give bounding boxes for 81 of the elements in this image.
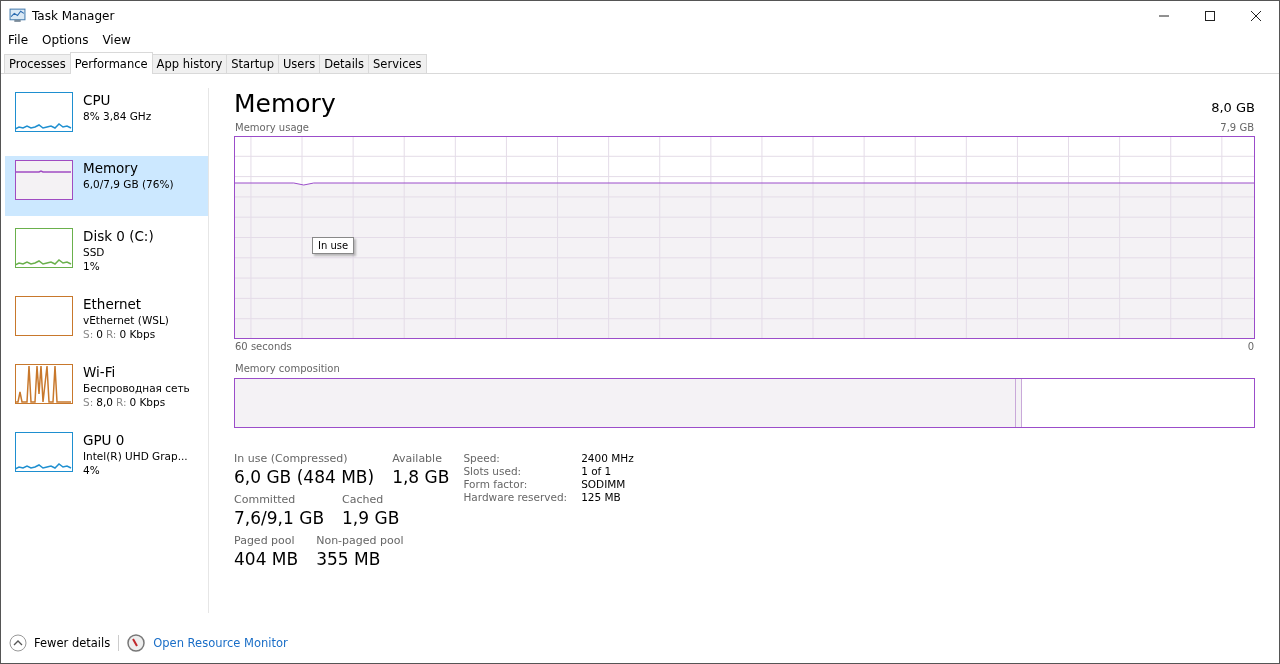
close-icon[interactable] xyxy=(1251,10,1261,21)
stat-value: 355 MB xyxy=(316,548,382,571)
page-title: Memory xyxy=(234,88,336,120)
fewer-details-button[interactable]: Fewer details xyxy=(9,634,111,652)
detail-value: 125 MB xyxy=(581,491,622,503)
chart-label: Memory composition xyxy=(235,363,341,375)
sidebar-item[interactable]: GPU 0 Intel(R) UHD Grap... 4% xyxy=(5,428,208,488)
device-name: Ethernet xyxy=(83,296,143,313)
device-name: Memory xyxy=(83,160,139,177)
menu-item[interactable]: View xyxy=(102,32,131,47)
usage-graph-icon xyxy=(15,432,73,472)
device-detail: 1% xyxy=(83,259,101,273)
device-detail: Беспроводная сеть xyxy=(83,381,190,395)
send-rate: 8,0 xyxy=(96,395,113,409)
menu-item[interactable]: File xyxy=(8,32,29,47)
device-detail: Intel(R) UHD Grap... xyxy=(83,449,188,463)
maximize-icon[interactable] xyxy=(1205,10,1215,21)
detail-value: SODIMM xyxy=(581,478,627,490)
total-memory: 8,0 GB xyxy=(1211,100,1255,115)
tab[interactable]: Startup xyxy=(226,54,279,73)
sidebar-item[interactable]: Ethernet vEthernet (WSL) S: 0 R: 0 Kbps xyxy=(5,292,208,352)
usage-graph-icon xyxy=(15,364,73,404)
modified-segment xyxy=(1015,379,1022,427)
device-name: Disk 0 (C:) xyxy=(83,228,154,245)
device-detail: 4% xyxy=(83,463,101,477)
device-detail: vEthernet (WSL) xyxy=(83,313,169,327)
usage-graph-icon xyxy=(15,228,73,268)
stat-value: 404 MB xyxy=(234,548,299,571)
sidebar-item[interactable]: Disk 0 (C:) SSD 1% xyxy=(5,224,208,284)
resource-monitor-link[interactable]: Open Resource Monitor xyxy=(153,636,288,650)
send-label: S: xyxy=(83,327,94,341)
tab[interactable]: Performance xyxy=(69,52,153,74)
sidebar-item[interactable]: Memory 6,0/7,9 GB (76%) xyxy=(5,156,208,216)
device-detail: 8% 3,84 GHz xyxy=(83,109,152,123)
tab[interactable]: Services xyxy=(368,54,427,73)
menu-item[interactable]: Options xyxy=(42,32,89,47)
detail-label: Slots used: xyxy=(463,465,523,477)
receive-rate: 0 Kbps xyxy=(119,327,156,341)
device-name: GPU 0 xyxy=(83,432,126,449)
detail-value: 1 of 1 xyxy=(581,465,613,477)
stat-label: In use (Compressed) xyxy=(234,452,349,465)
device-name: Wi-Fi xyxy=(83,364,117,381)
tooltip: In use xyxy=(312,237,355,254)
stat-value: 6,0 GB (484 MB) xyxy=(234,466,375,489)
chart-max: 7,9 GB xyxy=(1220,122,1254,134)
detail-label: Form factor: xyxy=(463,478,529,490)
device-detail: 6,0/7,9 GB (76%) xyxy=(83,177,174,191)
device-name: CPU xyxy=(83,92,112,109)
axis-end-label: 0 xyxy=(1247,341,1254,353)
sidebar-item[interactable]: Wi-Fi Беспроводная сеть S: 8,0 R: 0 Kbps xyxy=(5,360,208,420)
chevron-up-icon xyxy=(9,634,27,652)
stat-label: Cached xyxy=(342,493,385,506)
device-detail: SSD xyxy=(83,245,106,259)
gauge-icon xyxy=(127,634,146,652)
detail-label: Hardware reserved: xyxy=(463,491,568,503)
usage-graph-icon xyxy=(15,296,73,336)
axis-start-label: 60 seconds xyxy=(235,341,292,353)
window-title: Task Manager xyxy=(32,8,115,23)
tab[interactable]: Processes xyxy=(4,54,71,73)
stat-value: 1,8 GB xyxy=(392,466,450,489)
send-label: S: xyxy=(83,395,94,409)
usage-graph-icon xyxy=(15,160,73,200)
detail-label: Speed: xyxy=(463,452,501,464)
tab[interactable]: Users xyxy=(277,54,321,73)
stat-label: Available xyxy=(392,452,443,465)
tab[interactable]: App history xyxy=(151,54,228,73)
sidebar-item[interactable]: CPU 8% 3,84 GHz xyxy=(5,88,208,148)
stat-value: 7,6/9,1 GB xyxy=(234,507,325,530)
tab[interactable]: Details xyxy=(319,54,370,73)
chart-label: Memory usage xyxy=(235,122,310,134)
stat-label: Non-paged pool xyxy=(316,534,404,547)
stat-value: 1,9 GB xyxy=(342,507,400,530)
stat-label: Paged pool xyxy=(234,534,296,547)
send-rate: 0 xyxy=(96,327,103,341)
app-icon xyxy=(9,8,26,23)
receive-rate: 0 Kbps xyxy=(129,395,166,409)
detail-value: 2400 MHz xyxy=(581,452,634,464)
receive-label: R: xyxy=(115,395,127,409)
stat-label: Committed xyxy=(234,493,297,506)
receive-label: R: xyxy=(105,327,117,341)
usage-graph-icon xyxy=(15,92,73,132)
